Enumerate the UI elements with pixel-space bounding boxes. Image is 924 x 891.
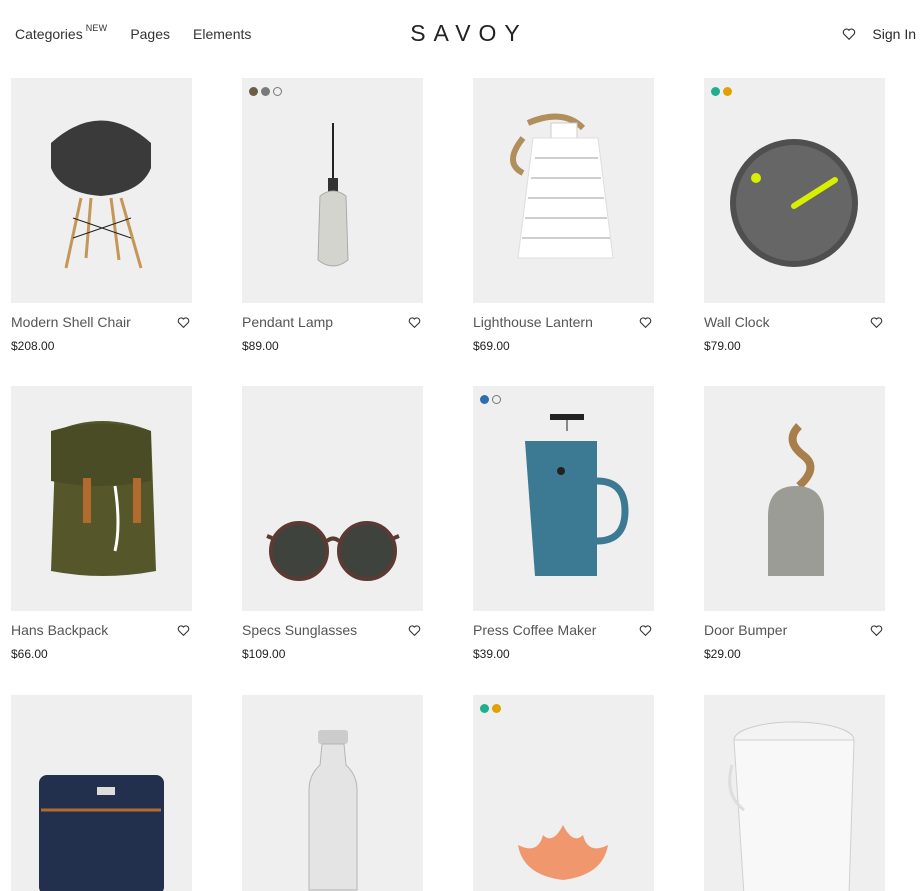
product-card[interactable] (11, 695, 192, 891)
product-card[interactable]: Wall Clock $79.00 (704, 78, 885, 353)
sunglasses-image (266, 521, 400, 581)
product-title[interactable]: Door Bumper (704, 622, 787, 638)
site-header: Categories NEW Pages Elements SAVOY Sign … (0, 0, 924, 68)
product-card[interactable]: Press Coffee Maker $39.00 (473, 386, 654, 661)
product-card[interactable]: Modern Shell Chair $208.00 (11, 78, 192, 353)
product-image[interactable] (11, 386, 192, 611)
product-title[interactable]: Lighthouse Lantern (473, 314, 593, 330)
door-bumper-image (768, 423, 824, 576)
product-image[interactable] (704, 386, 885, 611)
heart-icon[interactable] (870, 316, 883, 329)
product-title[interactable]: Press Coffee Maker (473, 622, 596, 638)
product-card[interactable] (704, 695, 885, 891)
product-card[interactable] (242, 695, 423, 891)
lantern-image (510, 113, 614, 259)
product-price: $69.00 (473, 339, 510, 353)
product-image[interactable] (473, 78, 654, 303)
product-card[interactable]: Pendant Lamp $89.00 (242, 78, 423, 353)
product-image[interactable] (704, 695, 885, 891)
laptop-sleeve-image (39, 775, 164, 891)
product-title[interactable]: Pendant Lamp (242, 314, 333, 330)
product-image[interactable] (473, 386, 654, 611)
sign-in-link[interactable]: Sign In (872, 26, 916, 42)
site-logo[interactable]: SAVOY (0, 20, 924, 47)
product-image[interactable] (242, 386, 423, 611)
product-card[interactable] (473, 695, 654, 891)
product-card[interactable]: Door Bumper $29.00 (704, 386, 885, 661)
product-card[interactable]: Specs Sunglasses $109.00 (242, 386, 423, 661)
wishlist-heart-icon[interactable] (842, 27, 856, 41)
product-image[interactable] (11, 695, 192, 891)
product-card[interactable]: Hans Backpack $66.00 (11, 386, 192, 661)
product-price: $39.00 (473, 647, 510, 661)
heart-icon[interactable] (408, 316, 421, 329)
lotus-candle-image (518, 825, 608, 880)
header-actions: Sign In (842, 26, 916, 42)
product-price: $29.00 (704, 647, 741, 661)
product-card[interactable]: Lighthouse Lantern $69.00 (473, 78, 654, 353)
product-price: $208.00 (11, 339, 55, 353)
wall-clock-image (730, 139, 858, 267)
chair-image (51, 120, 151, 269)
storage-bag-image (728, 721, 855, 891)
backpack-image (51, 421, 156, 576)
product-image[interactable] (242, 695, 423, 891)
product-image[interactable] (242, 78, 423, 303)
product-price: $79.00 (704, 339, 741, 353)
heart-icon[interactable] (177, 316, 190, 329)
coffee-maker-image (525, 414, 629, 576)
product-price: $66.00 (11, 647, 48, 661)
heart-icon[interactable] (639, 316, 652, 329)
heart-icon[interactable] (408, 624, 421, 637)
product-image[interactable] (704, 78, 885, 303)
product-image[interactable] (11, 78, 192, 303)
product-title[interactable]: Specs Sunglasses (242, 622, 357, 638)
product-price: $109.00 (242, 647, 286, 661)
product-price: $89.00 (242, 339, 279, 353)
glass-bottle-image (308, 730, 358, 891)
heart-icon[interactable] (639, 624, 652, 637)
product-title[interactable]: Modern Shell Chair (11, 314, 131, 330)
heart-icon[interactable] (870, 624, 883, 637)
product-title[interactable]: Wall Clock (704, 314, 770, 330)
pendant-lamp-image (317, 123, 349, 267)
heart-icon[interactable] (177, 624, 190, 637)
product-image[interactable] (473, 695, 654, 891)
product-title[interactable]: Hans Backpack (11, 622, 108, 638)
